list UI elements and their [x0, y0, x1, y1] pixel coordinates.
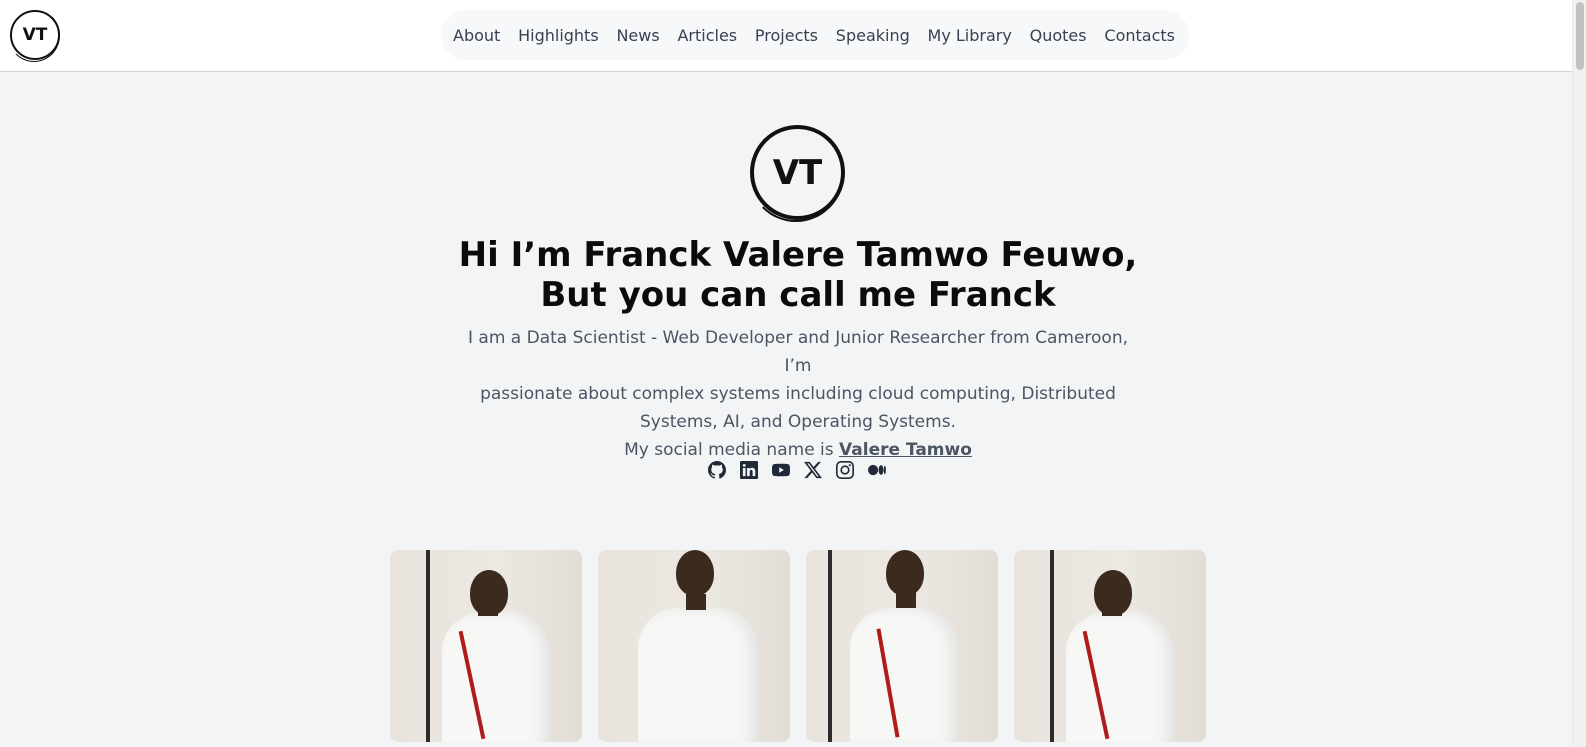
linkedin-icon[interactable] [740, 461, 758, 479]
social-prefix: My social media name is [624, 440, 840, 460]
github-icon[interactable] [708, 461, 726, 479]
portrait-photo-4[interactable] [1014, 550, 1206, 742]
nav-item-articles[interactable]: Articles [677, 26, 737, 45]
main-nav: About Highlights News Articles Projects … [441, 10, 1189, 60]
top-navbar: VT About Highlights News Articles Projec… [0, 0, 1586, 72]
title-line-1: Hi I’m Franck Valere Tamwo Feuwo, [458, 235, 1138, 275]
title-line-2: But you can call me Franck [540, 275, 1056, 315]
bio-line-3: Systems, AI, and Operating Systems. [640, 412, 956, 432]
medium-icon[interactable] [868, 461, 886, 479]
youtube-icon[interactable] [772, 461, 790, 479]
nav-item-contacts[interactable]: Contacts [1104, 26, 1175, 45]
x-icon[interactable] [804, 461, 822, 479]
page-title: Hi I’m Franck Valere Tamwo Feuwo, But yo… [300, 235, 1296, 315]
nav-item-news[interactable]: News [616, 26, 659, 45]
site-logo[interactable]: VT [8, 9, 60, 62]
nav-item-quotes[interactable]: Quotes [1030, 26, 1087, 45]
nav-item-about[interactable]: About [453, 26, 500, 45]
social-links [708, 460, 886, 480]
hero-logo: VT [748, 125, 845, 222]
nav-item-speaking[interactable]: Speaking [836, 26, 910, 45]
bio-text: I am a Data Scientist - Web Developer an… [460, 324, 1136, 464]
nav-item-projects[interactable]: Projects [755, 26, 818, 45]
instagram-icon[interactable] [836, 461, 854, 479]
page-scrollbar[interactable] [1572, 0, 1586, 747]
nav-item-my-library[interactable]: My Library [928, 26, 1012, 45]
portrait-photo-2[interactable] [598, 550, 790, 742]
photo-gallery [390, 550, 1206, 742]
portrait-photo-1[interactable] [390, 550, 582, 742]
nav-item-highlights[interactable]: Highlights [518, 26, 599, 45]
scrollbar-thumb[interactable] [1576, 2, 1584, 70]
portrait-photo-3[interactable] [806, 550, 998, 742]
bio-line-1: I am a Data Scientist - Web Developer an… [467, 328, 1129, 376]
social-name-link[interactable]: Valere Tamwo [839, 440, 972, 460]
bio-line-2: passionate about complex systems includi… [480, 384, 1116, 404]
